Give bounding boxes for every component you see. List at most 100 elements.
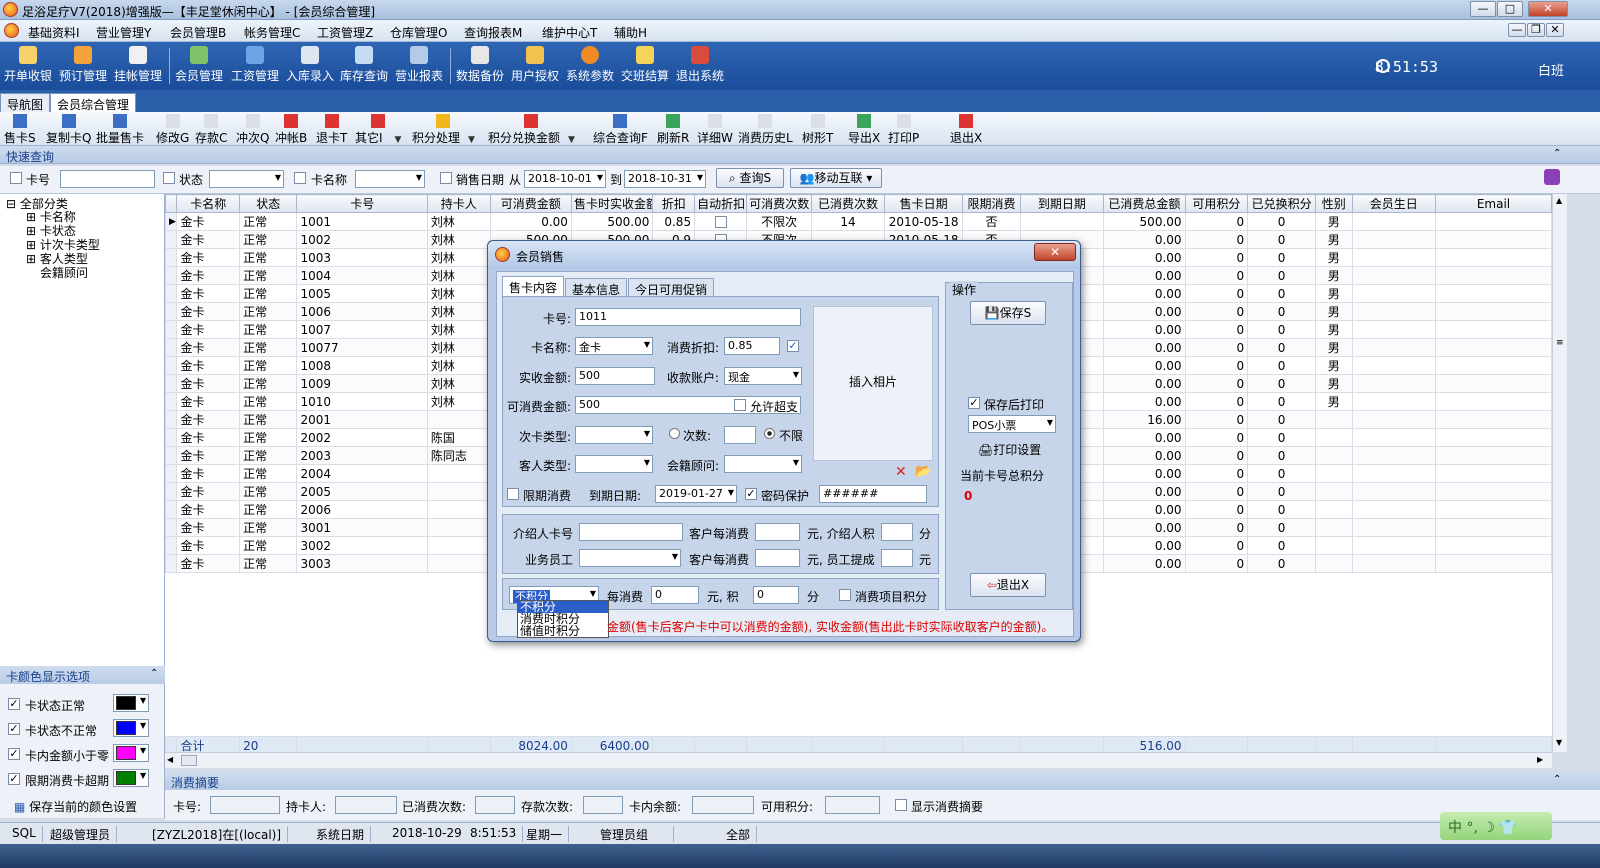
print-setup-button[interactable]: 🖨打印设置 bbox=[978, 441, 1041, 458]
column-header[interactable]: 售卡时实收金额 bbox=[570, 194, 654, 213]
photo-box[interactable]: 插入相片 bbox=[813, 306, 933, 461]
column-header[interactable]: 已消费总金额 bbox=[1103, 194, 1186, 213]
column-header[interactable]: 售卡日期 bbox=[883, 194, 964, 213]
discount-checkbox[interactable] bbox=[787, 340, 799, 352]
tab-basic-info[interactable]: 基本信息 bbox=[565, 278, 628, 297]
referrer-points-input[interactable] bbox=[881, 523, 913, 541]
points-button[interactable]: 积分处理 ▼ bbox=[412, 114, 475, 146]
backup-button[interactable]: 数据备份 bbox=[456, 46, 504, 84]
close-button[interactable]: ✕ bbox=[1528, 1, 1568, 17]
refund-card-button[interactable]: 退卡T bbox=[316, 114, 347, 146]
column-header[interactable]: 性别 bbox=[1314, 194, 1353, 213]
referrer-input[interactable] bbox=[579, 523, 683, 541]
export-button[interactable]: 导出X bbox=[848, 114, 880, 146]
tab-sale-content[interactable]: 售卡内容 bbox=[502, 276, 565, 297]
item-points-checkbox[interactable] bbox=[839, 589, 851, 601]
save-button[interactable]: 💾保存S bbox=[970, 301, 1046, 325]
expiry-date-picker[interactable]: 2019-01-27 bbox=[655, 485, 737, 503]
ime-toolbar[interactable]: 中 °, ☽ 👕 bbox=[1440, 812, 1552, 840]
reverse-account-button[interactable]: 冲帐B bbox=[275, 114, 307, 146]
menu-maintenance[interactable]: 维护中心T bbox=[542, 24, 597, 41]
color-expired-checkbox[interactable] bbox=[8, 773, 20, 785]
other-button[interactable]: 其它I ▼ bbox=[355, 114, 401, 146]
card-name-select[interactable] bbox=[355, 170, 425, 188]
query-all-button[interactable]: 综合查询F bbox=[593, 114, 648, 146]
shift-button[interactable]: 交班结算 bbox=[621, 46, 669, 84]
password-input[interactable]: ###### bbox=[819, 485, 927, 503]
tab-member-management[interactable]: 会员综合管理 bbox=[50, 93, 137, 112]
tree-node-advisor[interactable]: 会籍顾问 bbox=[40, 264, 88, 281]
state-checkbox[interactable] bbox=[163, 172, 175, 184]
column-header[interactable]: 已消费次数 bbox=[810, 194, 886, 213]
edit-button[interactable]: 修改G bbox=[156, 114, 189, 146]
collapse-icon[interactable]: ⌃ bbox=[150, 668, 158, 679]
auth-button[interactable]: 用户授权 bbox=[511, 46, 559, 84]
menu-warehouse[interactable]: 仓库管理O bbox=[390, 24, 447, 41]
exit-system-button[interactable]: 退出系统 bbox=[676, 46, 724, 84]
column-header[interactable]: 卡号 bbox=[296, 194, 428, 213]
times-radio[interactable] bbox=[669, 428, 680, 439]
collapse-icon[interactable]: ⌃ bbox=[1553, 148, 1561, 159]
paid-input[interactable]: 500 bbox=[575, 367, 655, 385]
column-header[interactable]: 状态 bbox=[239, 194, 298, 213]
mdi-close-button[interactable]: ✕ bbox=[1546, 23, 1564, 37]
scroll-thumb[interactable] bbox=[181, 755, 197, 766]
salary-button[interactable]: 工资管理 bbox=[231, 46, 279, 84]
card-no-checkbox[interactable] bbox=[10, 172, 22, 184]
to-date-picker[interactable]: 2018-10-31 bbox=[624, 170, 706, 188]
sale-date-checkbox[interactable] bbox=[440, 172, 452, 184]
staff-select[interactable] bbox=[579, 549, 681, 567]
grid-vertical-scrollbar[interactable]: ▲ ▼ ≡ bbox=[1552, 194, 1567, 752]
unlimited-radio[interactable] bbox=[764, 428, 775, 439]
save-colors-button[interactable]: ▦ 保存当前的颜色设置 bbox=[14, 798, 137, 815]
password-checkbox[interactable] bbox=[745, 488, 757, 500]
discount-input[interactable]: 0.85 bbox=[724, 337, 780, 355]
column-header[interactable]: 可消费次数 bbox=[746, 194, 812, 213]
menu-account[interactable]: 帐务管理C bbox=[244, 24, 300, 41]
column-header[interactable]: 折扣 bbox=[652, 194, 696, 213]
tab-promotions[interactable]: 今日可用促销 bbox=[628, 278, 715, 297]
column-header[interactable]: 持卡人 bbox=[426, 194, 491, 213]
menu-business[interactable]: 营业管理Y bbox=[96, 24, 151, 41]
table-row[interactable]: ▶ 金卡 正常 1001 刘林 0.00 500.00 0.85 不限次 14 2010-05-18… bbox=[164, 212, 1553, 231]
staff-commission-input[interactable] bbox=[881, 549, 913, 567]
times-type-select[interactable] bbox=[575, 426, 653, 444]
menu-salary[interactable]: 工资管理Z bbox=[317, 24, 373, 41]
color-expired-picker[interactable]: ▼ bbox=[113, 769, 149, 787]
maximize-button[interactable]: □ bbox=[1497, 1, 1523, 17]
detail-button[interactable]: 详细W bbox=[697, 114, 733, 146]
query-button[interactable]: ⌕ 查询S bbox=[716, 168, 784, 188]
overdraft-checkbox[interactable] bbox=[734, 399, 746, 411]
column-header[interactable]: 限期消费 bbox=[962, 194, 1021, 213]
deposit-button[interactable]: 存款C bbox=[195, 114, 227, 146]
tab-navigation[interactable]: 导航图 bbox=[0, 93, 51, 112]
column-header[interactable]: 会员生日 bbox=[1351, 194, 1436, 213]
menu-member[interactable]: 会员管理B bbox=[170, 24, 226, 41]
column-header[interactable]: 到期日期 bbox=[1019, 194, 1105, 213]
points-exchange-button[interactable]: 积分兑换金额 ▼ bbox=[488, 114, 575, 146]
batch-sell-button[interactable]: 批量售卡 bbox=[96, 114, 144, 146]
collapse-icon[interactable]: ⌃ bbox=[1553, 774, 1561, 785]
grid-horizontal-scrollbar[interactable]: ◀ ▶ bbox=[165, 752, 1552, 768]
advisor-select[interactable] bbox=[724, 455, 802, 473]
card-name-checkbox[interactable] bbox=[294, 172, 306, 184]
reverse-times-button[interactable]: 冲次Q bbox=[236, 114, 269, 146]
referrer-spend-input[interactable] bbox=[755, 523, 800, 541]
from-date-picker[interactable]: 2018-10-01 bbox=[524, 170, 606, 188]
limit-checkbox[interactable] bbox=[507, 488, 519, 500]
guest-type-select[interactable] bbox=[575, 455, 653, 473]
mdi-minimize-button[interactable]: — bbox=[1508, 23, 1526, 37]
booking-button[interactable]: 预订管理 bbox=[59, 46, 107, 84]
color-negative-checkbox[interactable] bbox=[8, 748, 20, 760]
color-normal-picker[interactable]: ▼ bbox=[113, 694, 149, 712]
column-header[interactable]: Email bbox=[1434, 194, 1553, 213]
book-icon[interactable] bbox=[1544, 169, 1560, 185]
copy-card-button[interactable]: 复制卡Q bbox=[46, 114, 91, 146]
report-button[interactable]: 营业报表 bbox=[395, 46, 443, 84]
cashier-button[interactable]: 开单收银 bbox=[4, 46, 52, 84]
app-menu-icon[interactable] bbox=[4, 23, 19, 38]
staff-spend-input[interactable] bbox=[755, 549, 800, 567]
stock-in-button[interactable]: 入库录入 bbox=[286, 46, 334, 84]
column-header[interactable]: 卡名称 bbox=[176, 194, 241, 213]
color-negative-picker[interactable]: ▼ bbox=[113, 744, 149, 762]
